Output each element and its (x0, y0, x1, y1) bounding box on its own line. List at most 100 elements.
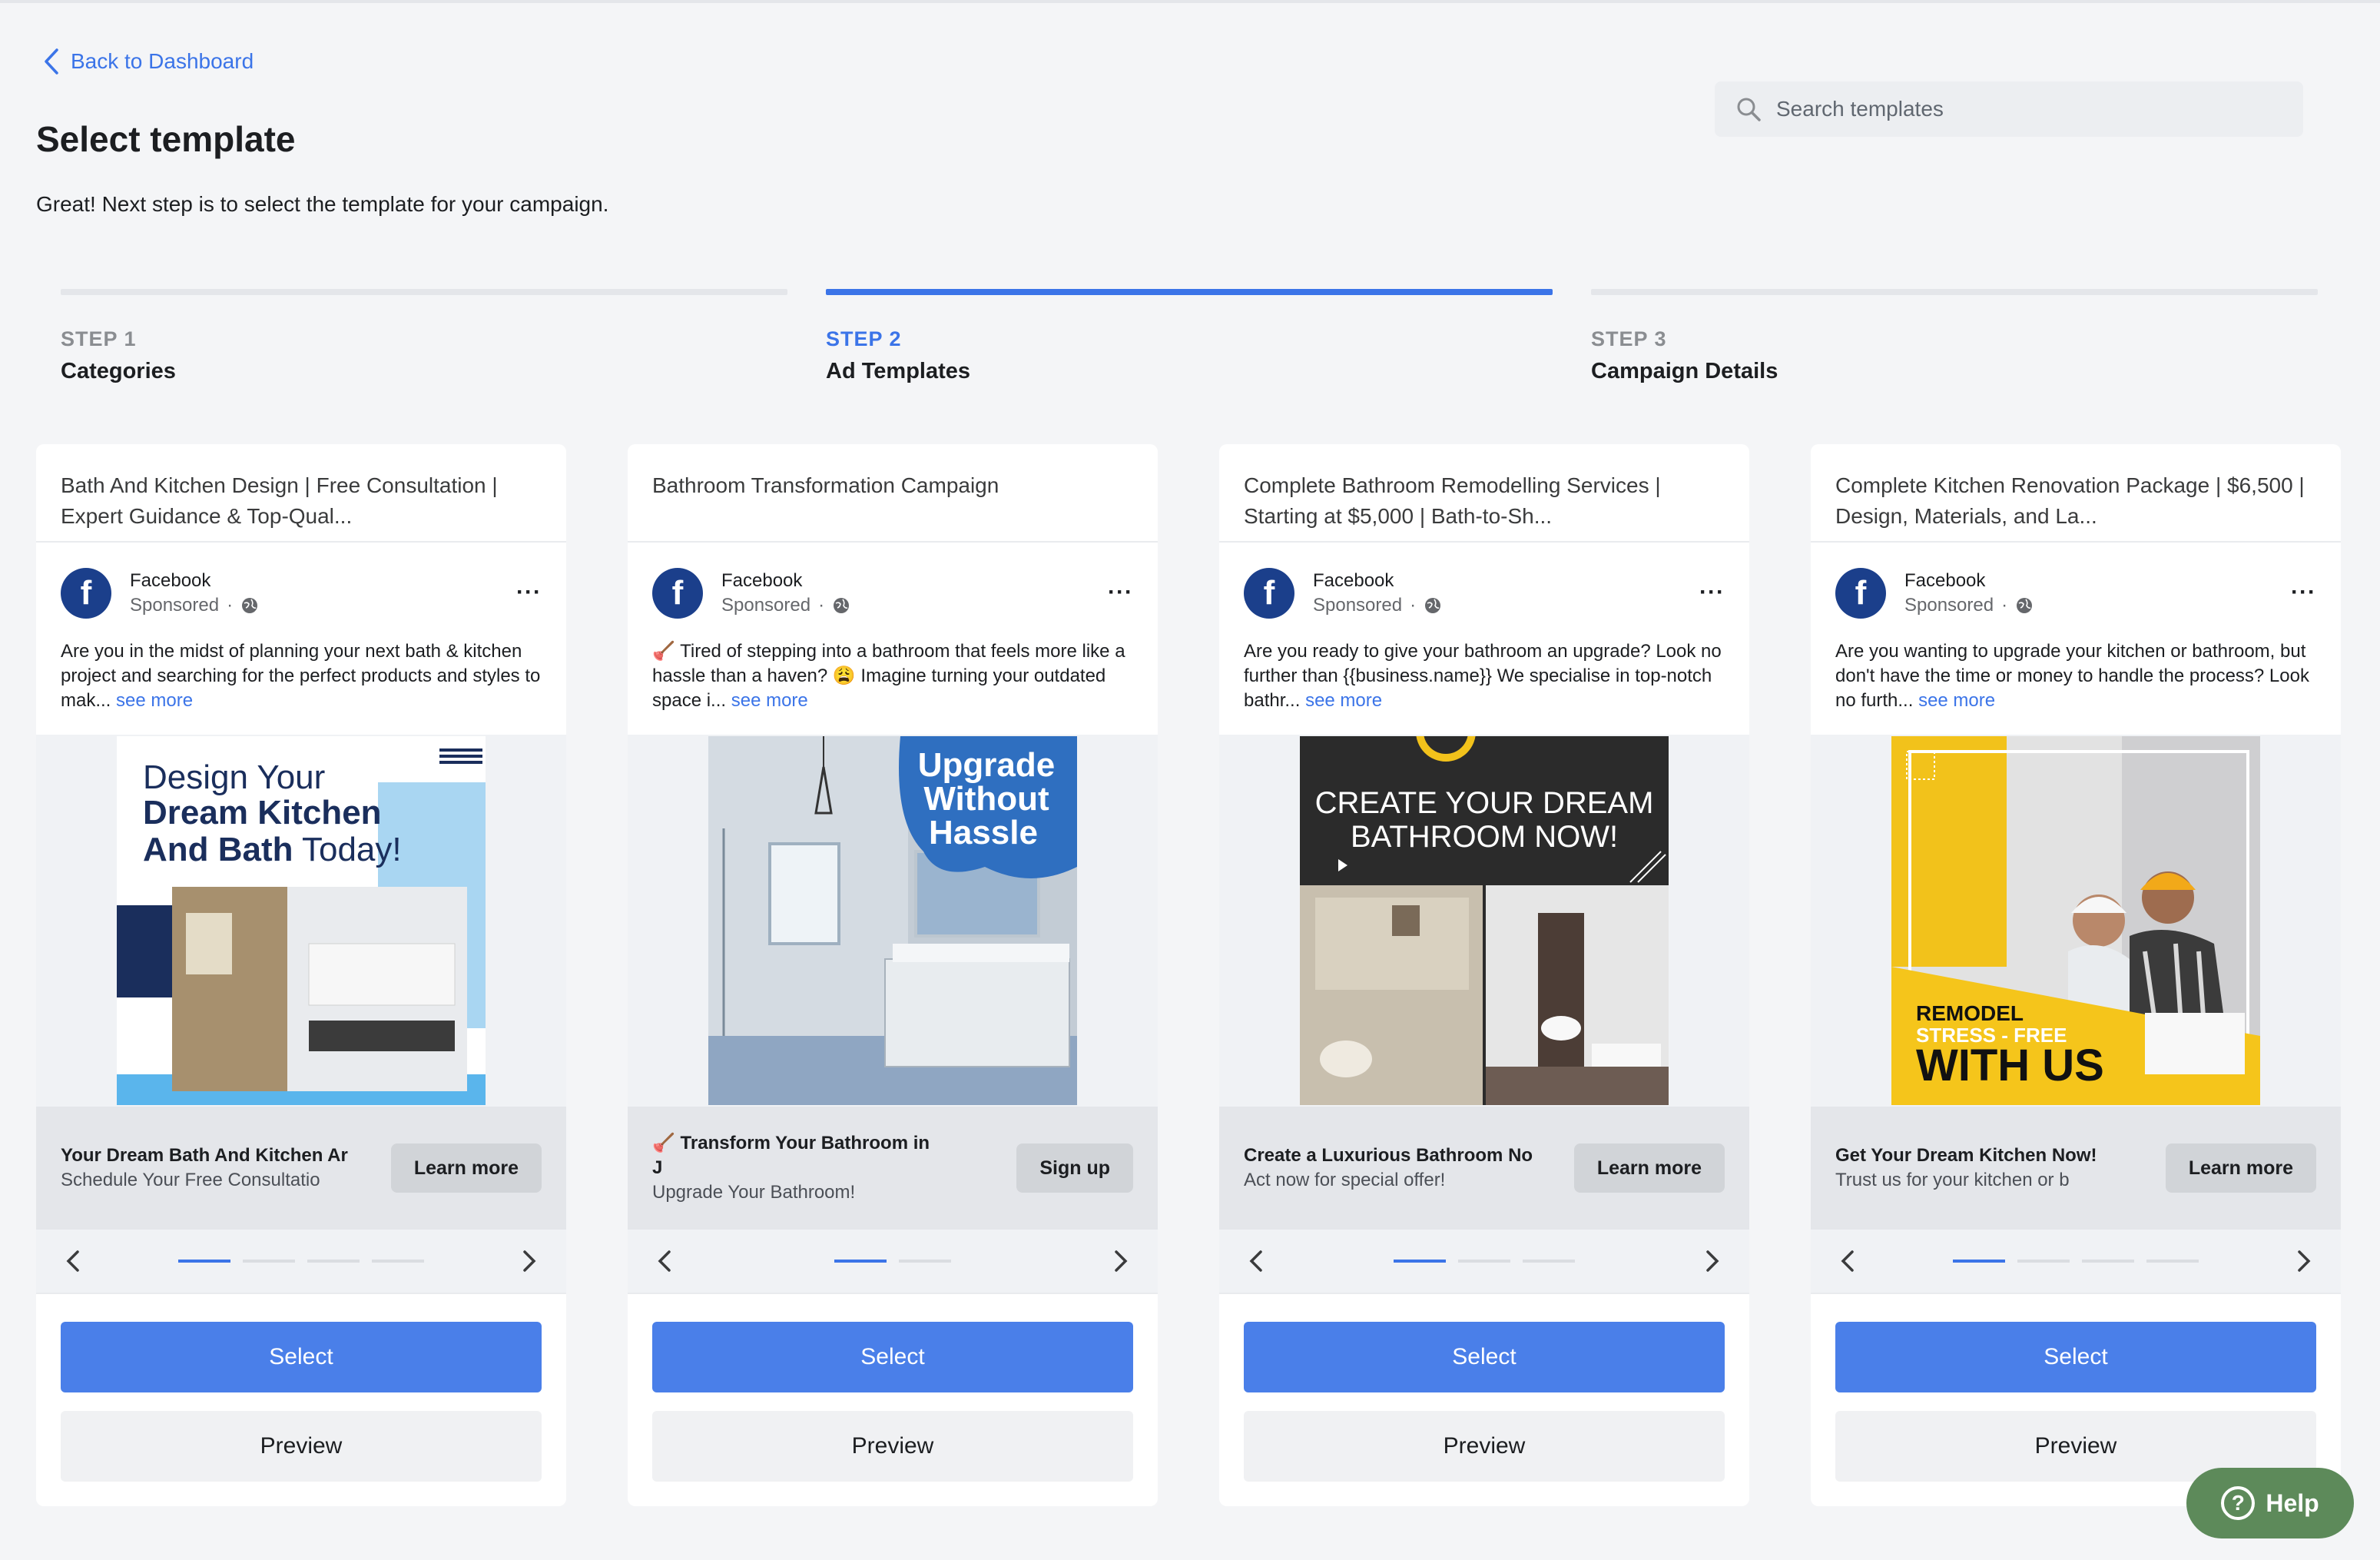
learn-more-button[interactable]: Learn more (390, 1143, 542, 1193)
page-subtitle: Great! Next step is to select the templa… (36, 192, 609, 216)
step-campaign-details[interactable]: STEP 3 Campaign Details (1591, 289, 2318, 384)
chevron-left-icon[interactable] (1838, 1247, 1857, 1275)
carousel-dot[interactable] (178, 1260, 230, 1263)
carousel-dot[interactable] (243, 1260, 295, 1263)
image-headline-3: And Bath (143, 831, 293, 868)
step-categories[interactable]: STEP 1 Categories (61, 289, 787, 384)
cta-description: Upgrade Your Bathroom! (652, 1182, 856, 1203)
sponsored-label: Sponsored (130, 595, 220, 616)
preview-button[interactable]: Preview (1244, 1411, 1725, 1482)
see-more-link[interactable]: see more (1305, 690, 1382, 711)
step-name: Campaign Details (1591, 359, 1778, 383)
ad-header: f Facebook Sponsored · ··· (628, 564, 1158, 622)
page-name: Facebook (1904, 570, 1986, 591)
ad-body-text: 🪠 Tired of stepping into a bathroom that… (652, 641, 1125, 711)
select-button[interactable]: Select (1244, 1322, 1725, 1392)
globe-icon (2017, 598, 2033, 613)
more-options-icon[interactable]: ··· (1699, 579, 1725, 606)
step-ad-templates[interactable]: STEP 2 Ad Templates (826, 289, 1553, 384)
cta-headline: 🪠 Transform Your Bathroom in J (652, 1133, 930, 1178)
chevron-left-icon[interactable] (64, 1247, 82, 1275)
help-label: Help (2266, 1489, 2319, 1517)
ad-image-area: REMODEL STRESS - FREE WITH US (1811, 735, 2341, 1107)
chevron-left-icon[interactable] (655, 1247, 674, 1275)
see-more-link[interactable]: see more (116, 690, 193, 711)
template-title: Complete Bathroom Remodelling Services |… (1219, 444, 1749, 543)
facebook-logo-icon: f (1835, 568, 1886, 619)
cta-row: 🪠 Transform Your Bathroom in J Upgrade Y… (628, 1107, 1158, 1230)
image-headline-1: Design Your (143, 758, 325, 796)
preview-button[interactable]: Preview (61, 1411, 542, 1482)
carousel-dot[interactable] (2146, 1260, 2199, 1263)
more-options-icon[interactable]: ··· (516, 579, 542, 606)
carousel-nav (36, 1230, 566, 1294)
ad-body: Are you ready to give your bathroom an u… (1219, 622, 1749, 735)
back-to-dashboard-link[interactable]: Back to Dashboard (43, 48, 254, 75)
learn-more-button[interactable]: Learn more (1573, 1143, 1725, 1193)
chevron-left-icon[interactable] (1247, 1247, 1265, 1275)
search-input[interactable] (1776, 97, 2252, 121)
carousel-dot[interactable] (899, 1260, 951, 1263)
carousel-dot[interactable] (1458, 1260, 1510, 1263)
facebook-logo-icon: f (61, 568, 111, 619)
carousel-dot[interactable] (834, 1260, 887, 1263)
carousel-dots (834, 1260, 951, 1263)
more-options-icon[interactable]: ··· (2291, 579, 2316, 606)
carousel-dot[interactable] (1953, 1260, 2005, 1263)
preview-button[interactable]: Preview (652, 1411, 1133, 1482)
image-headline-4: Today! (302, 831, 402, 868)
step-progress-bar (826, 289, 1553, 295)
globe-icon (242, 598, 258, 613)
image-headline-2: Dream Kitchen (143, 794, 382, 831)
sign-up-button[interactable]: Sign up (1016, 1143, 1133, 1193)
image-headline-3: WITH US (1916, 1041, 2104, 1090)
sponsored-label: Sponsored (1904, 595, 1994, 616)
select-button[interactable]: Select (61, 1322, 542, 1392)
page-name: Facebook (1313, 570, 1394, 591)
select-button[interactable]: Select (1835, 1322, 2316, 1392)
carousel-dot[interactable] (372, 1260, 424, 1263)
step-number: STEP 1 (61, 327, 137, 350)
chevron-right-icon[interactable] (1703, 1247, 1722, 1275)
carousel-dot[interactable] (1394, 1260, 1446, 1263)
facebook-logo-icon: f (1244, 568, 1294, 619)
see-more-link[interactable]: see more (1918, 690, 1995, 711)
step-progress-bar (1591, 289, 2318, 295)
search-box[interactable] (1715, 81, 2303, 137)
sponsored-label: Sponsored (721, 595, 811, 616)
chevron-right-icon[interactable] (520, 1247, 539, 1275)
carousel-dot[interactable] (1523, 1260, 1575, 1263)
more-options-icon[interactable]: ··· (1108, 579, 1133, 606)
template-title: Bathroom Transformation Campaign (628, 444, 1158, 543)
step-progress-bar (61, 289, 787, 295)
image-headline-1: Upgrade (918, 746, 1055, 784)
question-icon: ? (2221, 1486, 2256, 1520)
cta-description: Trust us for your kitchen or b (1835, 1170, 2070, 1190)
template-cards: Bath And Kitchen Design | Free Consultat… (36, 444, 2341, 1506)
ad-image: CREATE YOUR DREAM BATHROOM NOW! (1300, 736, 1669, 1105)
template-card: Complete Bathroom Remodelling Services |… (1219, 444, 1749, 1506)
stepper: STEP 1 Categories STEP 2 Ad Templates ST… (61, 289, 2319, 384)
ad-body-text: Are you wanting to upgrade your kitchen … (1835, 641, 2309, 711)
carousel-nav (628, 1230, 1158, 1294)
select-button[interactable]: Select (652, 1322, 1133, 1392)
template-card: Complete Kitchen Renovation Package | $6… (1811, 444, 2341, 1506)
remodel-workers-image: REMODEL STRESS - FREE WITH US (1891, 736, 2260, 1105)
help-button[interactable]: ? Help (2186, 1468, 2354, 1538)
page-name: Facebook (721, 570, 803, 591)
chevron-right-icon[interactable] (1112, 1247, 1130, 1275)
cta-row: Get Your Dream Kitchen Now! Trust us for… (1811, 1107, 2341, 1230)
carousel-dot[interactable] (307, 1260, 360, 1263)
ad-image: Design Your Dream Kitchen And Bath Today… (117, 736, 486, 1105)
step-name: Ad Templates (826, 359, 971, 383)
cta-row: Create a Luxurious Bathroom No Act now f… (1219, 1107, 1749, 1230)
page-name: Facebook (130, 570, 211, 591)
chevron-right-icon[interactable] (2295, 1247, 2313, 1275)
ad-body: Are you in the midst of planning your ne… (36, 622, 566, 735)
see-more-link[interactable]: see more (731, 690, 808, 711)
learn-more-button[interactable]: Learn more (2165, 1143, 2316, 1193)
ad-body: Are you wanting to upgrade your kitchen … (1811, 622, 2341, 735)
carousel-dot[interactable] (2082, 1260, 2134, 1263)
cta-description: Act now for special offer! (1244, 1170, 1446, 1190)
carousel-dot[interactable] (2017, 1260, 2070, 1263)
